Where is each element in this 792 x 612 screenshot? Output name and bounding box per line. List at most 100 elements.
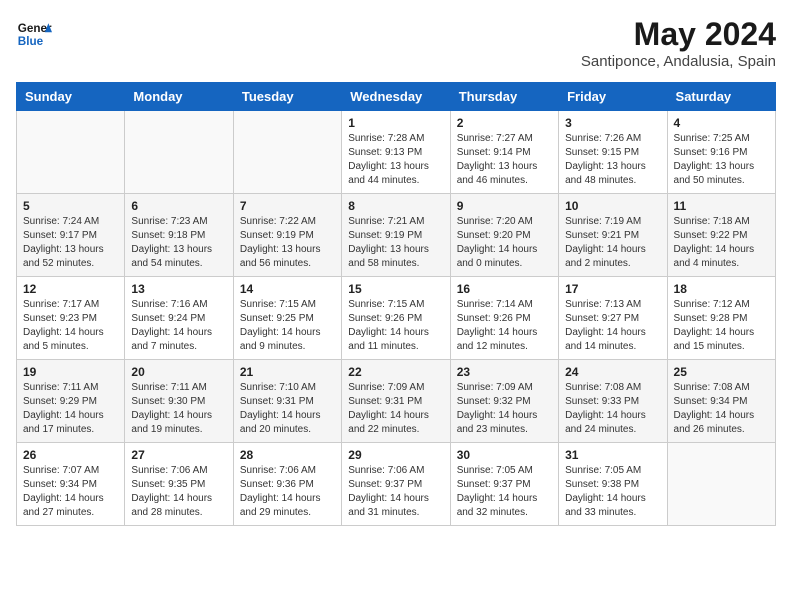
- logo-icon: General Blue: [16, 16, 52, 52]
- calendar-cell: 29 Sunrise: 7:06 AM Sunset: 9:37 PM Dayli…: [342, 443, 450, 526]
- day-info: Sunrise: 7:06 AM Sunset: 9:35 PM Dayligh…: [131, 465, 212, 518]
- day-info: Sunrise: 7:28 AM Sunset: 9:13 PM Dayligh…: [348, 133, 429, 186]
- day-info: Sunrise: 7:23 AM Sunset: 9:18 PM Dayligh…: [131, 216, 212, 269]
- logo: General Blue: [16, 16, 52, 52]
- calendar-week-row: 5 Sunrise: 7:24 AM Sunset: 9:17 PM Daylig…: [17, 194, 776, 277]
- day-info: Sunrise: 7:18 AM Sunset: 9:22 PM Dayligh…: [674, 216, 755, 269]
- day-number: 16: [457, 282, 552, 296]
- day-info: Sunrise: 7:17 AM Sunset: 9:23 PM Dayligh…: [23, 299, 104, 352]
- day-info: Sunrise: 7:09 AM Sunset: 9:32 PM Dayligh…: [457, 382, 538, 435]
- day-info: Sunrise: 7:06 AM Sunset: 9:37 PM Dayligh…: [348, 465, 429, 518]
- day-number: 22: [348, 365, 443, 379]
- day-info: Sunrise: 7:11 AM Sunset: 9:29 PM Dayligh…: [23, 382, 104, 435]
- calendar-cell: 23 Sunrise: 7:09 AM Sunset: 9:32 PM Dayli…: [450, 360, 558, 443]
- calendar-cell: 18 Sunrise: 7:12 AM Sunset: 9:28 PM Dayli…: [667, 277, 775, 360]
- calendar-cell: 22 Sunrise: 7:09 AM Sunset: 9:31 PM Dayli…: [342, 360, 450, 443]
- day-number: 18: [674, 282, 769, 296]
- day-number: 12: [23, 282, 118, 296]
- calendar-cell: 20 Sunrise: 7:11 AM Sunset: 9:30 PM Dayli…: [125, 360, 233, 443]
- calendar-cell: 28 Sunrise: 7:06 AM Sunset: 9:36 PM Dayli…: [233, 443, 341, 526]
- day-number: 11: [674, 199, 769, 213]
- day-number: 5: [23, 199, 118, 213]
- calendar-cell: 26Sunrise: 7:07 AM Sunset: 9:34 PM Dayli…: [17, 443, 125, 526]
- day-number: 14: [240, 282, 335, 296]
- day-info: Sunrise: 7:25 AM Sunset: 9:16 PM Dayligh…: [674, 133, 755, 186]
- day-number: 3: [565, 116, 660, 130]
- calendar-cell: 14 Sunrise: 7:15 AM Sunset: 9:25 PM Dayli…: [233, 277, 341, 360]
- day-info: Sunrise: 7:07 AM Sunset: 9:34 PM Dayligh…: [23, 465, 104, 518]
- calendar-header-row: SundayMondayTuesdayWednesdayThursdayFrid…: [17, 83, 776, 111]
- calendar-week-row: 12 Sunrise: 7:17 AM Sunset: 9:23 PM Dayli…: [17, 277, 776, 360]
- day-info: Sunrise: 7:08 AM Sunset: 9:33 PM Dayligh…: [565, 382, 646, 435]
- calendar-cell: [125, 111, 233, 194]
- calendar-week-row: 19Sunrise: 7:11 AM Sunset: 9:29 PM Dayli…: [17, 360, 776, 443]
- calendar-cell: [667, 443, 775, 526]
- day-number: 25: [674, 365, 769, 379]
- day-number: 21: [240, 365, 335, 379]
- day-number: 9: [457, 199, 552, 213]
- day-number: 29: [348, 448, 443, 462]
- calendar-cell: 19Sunrise: 7:11 AM Sunset: 9:29 PM Dayli…: [17, 360, 125, 443]
- day-number: 2: [457, 116, 552, 130]
- calendar-cell: 16 Sunrise: 7:14 AM Sunset: 9:26 PM Dayli…: [450, 277, 558, 360]
- day-info: Sunrise: 7:05 AM Sunset: 9:38 PM Dayligh…: [565, 465, 646, 518]
- calendar-cell: 10 Sunrise: 7:19 AM Sunset: 9:21 PM Dayli…: [559, 194, 667, 277]
- day-info: Sunrise: 7:09 AM Sunset: 9:31 PM Dayligh…: [348, 382, 429, 435]
- day-info: Sunrise: 7:06 AM Sunset: 9:36 PM Dayligh…: [240, 465, 321, 518]
- day-info: Sunrise: 7:15 AM Sunset: 9:25 PM Dayligh…: [240, 299, 321, 352]
- calendar-cell: 4 Sunrise: 7:25 AM Sunset: 9:16 PM Daylig…: [667, 111, 775, 194]
- page-header: General Blue May 2024 Santiponce, Andalu…: [16, 16, 776, 70]
- day-info: Sunrise: 7:11 AM Sunset: 9:30 PM Dayligh…: [131, 382, 212, 435]
- calendar-cell: 11 Sunrise: 7:18 AM Sunset: 9:22 PM Dayli…: [667, 194, 775, 277]
- col-header-saturday: Saturday: [667, 83, 775, 111]
- day-info: Sunrise: 7:12 AM Sunset: 9:28 PM Dayligh…: [674, 299, 755, 352]
- day-number: 23: [457, 365, 552, 379]
- calendar-cell: 30Sunrise: 7:05 AM Sunset: 9:37 PM Dayli…: [450, 443, 558, 526]
- col-header-monday: Monday: [125, 83, 233, 111]
- day-info: Sunrise: 7:21 AM Sunset: 9:19 PM Dayligh…: [348, 216, 429, 269]
- day-info: Sunrise: 7:14 AM Sunset: 9:26 PM Dayligh…: [457, 299, 538, 352]
- calendar-cell: 6 Sunrise: 7:23 AM Sunset: 9:18 PM Daylig…: [125, 194, 233, 277]
- day-number: 6: [131, 199, 226, 213]
- day-number: 8: [348, 199, 443, 213]
- calendar-week-row: 1 Sunrise: 7:28 AM Sunset: 9:13 PM Daylig…: [17, 111, 776, 194]
- calendar-cell: [17, 111, 125, 194]
- day-info: Sunrise: 7:15 AM Sunset: 9:26 PM Dayligh…: [348, 299, 429, 352]
- calendar-cell: 13Sunrise: 7:16 AM Sunset: 9:24 PM Dayli…: [125, 277, 233, 360]
- calendar-cell: 5 Sunrise: 7:24 AM Sunset: 9:17 PM Daylig…: [17, 194, 125, 277]
- day-number: 7: [240, 199, 335, 213]
- month-year-title: May 2024: [581, 16, 776, 53]
- calendar-cell: 1 Sunrise: 7:28 AM Sunset: 9:13 PM Daylig…: [342, 111, 450, 194]
- calendar-cell: 24Sunrise: 7:08 AM Sunset: 9:33 PM Dayli…: [559, 360, 667, 443]
- day-number: 28: [240, 448, 335, 462]
- calendar-cell: 17Sunrise: 7:13 AM Sunset: 9:27 PM Dayli…: [559, 277, 667, 360]
- day-info: Sunrise: 7:10 AM Sunset: 9:31 PM Dayligh…: [240, 382, 321, 435]
- day-info: Sunrise: 7:19 AM Sunset: 9:21 PM Dayligh…: [565, 216, 646, 269]
- day-number: 17: [565, 282, 660, 296]
- calendar-cell: 21 Sunrise: 7:10 AM Sunset: 9:31 PM Dayli…: [233, 360, 341, 443]
- title-block: May 2024 Santiponce, Andalusia, Spain: [581, 16, 776, 70]
- calendar-cell: 31 Sunrise: 7:05 AM Sunset: 9:38 PM Dayli…: [559, 443, 667, 526]
- calendar-cell: 2 Sunrise: 7:27 AM Sunset: 9:14 PM Daylig…: [450, 111, 558, 194]
- day-number: 10: [565, 199, 660, 213]
- day-info: Sunrise: 7:24 AM Sunset: 9:17 PM Dayligh…: [23, 216, 104, 269]
- calendar-cell: 8 Sunrise: 7:21 AM Sunset: 9:19 PM Daylig…: [342, 194, 450, 277]
- day-number: 1: [348, 116, 443, 130]
- day-info: Sunrise: 7:27 AM Sunset: 9:14 PM Dayligh…: [457, 133, 538, 186]
- day-number: 31: [565, 448, 660, 462]
- day-number: 4: [674, 116, 769, 130]
- day-info: Sunrise: 7:20 AM Sunset: 9:20 PM Dayligh…: [457, 216, 538, 269]
- col-header-thursday: Thursday: [450, 83, 558, 111]
- location-subtitle: Santiponce, Andalusia, Spain: [581, 53, 776, 70]
- day-info: Sunrise: 7:22 AM Sunset: 9:19 PM Dayligh…: [240, 216, 321, 269]
- calendar-cell: 12 Sunrise: 7:17 AM Sunset: 9:23 PM Dayli…: [17, 277, 125, 360]
- calendar-cell: 25 Sunrise: 7:08 AM Sunset: 9:34 PM Dayli…: [667, 360, 775, 443]
- day-info: Sunrise: 7:05 AM Sunset: 9:37 PM Dayligh…: [457, 465, 538, 518]
- calendar-cell: 15Sunrise: 7:15 AM Sunset: 9:26 PM Dayli…: [342, 277, 450, 360]
- day-number: 27: [131, 448, 226, 462]
- col-header-sunday: Sunday: [17, 83, 125, 111]
- day-number: 20: [131, 365, 226, 379]
- day-info: Sunrise: 7:08 AM Sunset: 9:34 PM Dayligh…: [674, 382, 755, 435]
- calendar-table: SundayMondayTuesdayWednesdayThursdayFrid…: [16, 82, 776, 526]
- day-info: Sunrise: 7:16 AM Sunset: 9:24 PM Dayligh…: [131, 299, 212, 352]
